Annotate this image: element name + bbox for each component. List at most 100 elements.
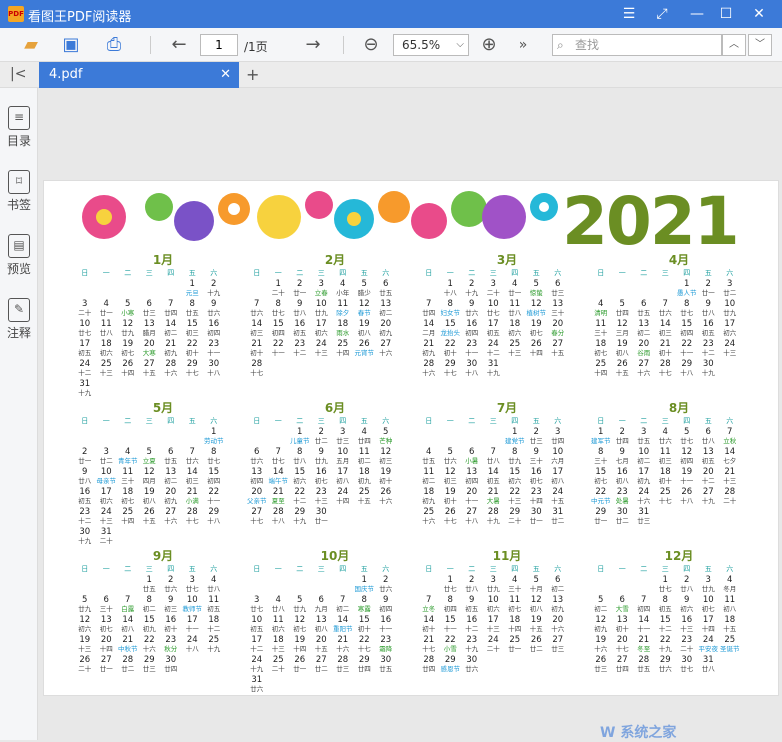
lunar-date: 寒露: [357, 605, 371, 613]
lunar-date: 青年节: [118, 457, 138, 465]
weekday-label: 三: [661, 417, 669, 425]
day-number: 18: [358, 467, 370, 477]
lunar-date: 廿二: [314, 437, 328, 445]
day-number: 15: [272, 319, 284, 329]
next-page-icon[interactable]: →: [300, 33, 326, 57]
lunar-date: 廿三: [336, 437, 350, 445]
lunar-date: 十九: [701, 497, 715, 505]
lunar-date: 十三: [78, 645, 92, 653]
print-icon[interactable]: ⎙: [101, 33, 127, 57]
day-number: 13: [638, 319, 650, 329]
divider: [343, 36, 344, 54]
weekday-label: 五: [532, 565, 540, 573]
zoom-select[interactable]: 65.5% ⌵: [393, 34, 469, 56]
day-number: 14: [122, 615, 134, 625]
month-1: 1月日一二三四五六 1 元旦 2 十九 3 二十 4 廿一 5 小寒 6 廿三 7 廿四 8 廿五 9 廿六 10 廿七…: [74, 251, 252, 411]
lunar-date: 十七: [357, 645, 371, 653]
day-number: 19: [530, 615, 542, 625]
fullscreen-icon[interactable]: ⤢: [651, 3, 673, 25]
weekday-label: 四: [511, 417, 519, 425]
zoom-in-icon[interactable]: ⊕: [476, 33, 502, 57]
day-number: 15: [444, 319, 456, 329]
menu-icon[interactable]: ☰: [618, 3, 640, 25]
weekday-label: 六: [554, 269, 562, 277]
lunar-date: 十四: [121, 517, 135, 525]
close-button[interactable]: ✕: [748, 3, 770, 25]
weekday-label: 五: [188, 565, 196, 573]
zoom-out-icon[interactable]: ⊖: [358, 33, 384, 57]
day-number: 9: [619, 447, 625, 457]
collapse-sidebar-icon[interactable]: |<: [10, 66, 26, 82]
sidebar-item-toc[interactable]: ≡ 目录: [3, 106, 35, 149]
weekday-label: 四: [167, 417, 175, 425]
search-placeholder: 查找: [575, 38, 600, 52]
sidebar: ≡ 目录 ⌑ 书签 ▤ 预览 ✎ 注释: [0, 88, 38, 740]
page-number-input[interactable]: [200, 34, 238, 56]
open-folder-icon[interactable]: ▰: [18, 33, 44, 57]
lunar-date: 清明: [594, 309, 608, 317]
lunar-date: 十七: [250, 369, 264, 377]
lunar-date: 除夕: [336, 309, 350, 317]
day-number: 28: [487, 507, 499, 517]
search-input[interactable]: ⌕ 查找: [552, 34, 722, 56]
lunar-date: 十七: [615, 645, 629, 653]
weekday-label: 日: [425, 417, 433, 425]
close-tab-icon[interactable]: ✕: [220, 62, 231, 88]
day-number: 3: [340, 427, 346, 437]
day-number: 21: [423, 635, 435, 645]
day-number: 28: [122, 655, 134, 665]
lunar-date: 廿五: [379, 665, 393, 673]
lunar-date: 初八: [357, 329, 371, 337]
prev-page-icon[interactable]: ←: [166, 33, 192, 57]
day-number: 26: [143, 507, 155, 517]
weekday-label: 三: [145, 417, 153, 425]
day-number: 24: [79, 359, 91, 369]
lunar-date: 芒种: [379, 437, 393, 445]
lunar-date: 十六: [594, 645, 608, 653]
lunar-date: 廿一: [314, 517, 328, 525]
lunar-date: 二十: [486, 289, 500, 297]
weekday-label: 四: [683, 565, 691, 573]
lunar-date: 十六: [164, 517, 178, 525]
weekday-label: 三: [145, 269, 153, 277]
maximize-button[interactable]: ☐: [715, 3, 737, 25]
minimize-button[interactable]: —: [686, 3, 708, 25]
lunar-date: 初六: [508, 477, 522, 485]
lunar-date: 初七: [508, 605, 522, 613]
sidebar-item-preview[interactable]: ▤ 预览: [3, 234, 35, 277]
sidebar-item-bookmark[interactable]: ⌑ 书签: [3, 170, 35, 213]
search-icon: ⌕: [557, 38, 564, 52]
day-number: 14: [487, 467, 499, 477]
lunar-date: 五月: [336, 457, 350, 465]
month-10: 10月日一二三四五六 1 国庆节 2 廿六 3 廿七 4 廿八 5 廿九 6 九月 7 初二 8 寒露 9 初四 10…: [246, 547, 424, 707]
search-next-button[interactable]: ﹀: [748, 34, 772, 56]
add-tab-icon[interactable]: +: [246, 65, 259, 84]
more-icon[interactable]: »: [510, 33, 536, 57]
month-title: 4月: [668, 253, 690, 267]
day-number: 19: [530, 319, 542, 329]
lunar-date: 廿八: [701, 437, 715, 445]
lunar-date: 初四: [207, 329, 221, 337]
lunar-date: 初九: [142, 625, 156, 633]
weekday-label: 五: [360, 417, 368, 425]
weekday-label: 一: [618, 269, 626, 277]
day-number: 23: [165, 635, 177, 645]
weekday-label: 三: [489, 565, 497, 573]
lunar-date: 初八: [551, 477, 565, 485]
day-number: 18: [724, 615, 736, 625]
day-number: 27: [616, 655, 628, 665]
save-icon[interactable]: ▣: [58, 33, 84, 57]
lunar-date: 初十: [379, 477, 393, 485]
day-number: 13: [466, 467, 478, 477]
day-number: 10: [100, 467, 112, 477]
day-number: 23: [616, 487, 628, 497]
day-number: 18: [423, 487, 435, 497]
lunar-date: 初八: [142, 497, 156, 505]
search-prev-button[interactable]: ︿: [722, 34, 746, 56]
lunar-date: 劳动节: [204, 437, 224, 445]
weekday-label: 四: [339, 417, 347, 425]
tab-document[interactable]: 4.pdf ✕: [39, 62, 239, 88]
day-number: 23: [466, 339, 478, 349]
day-number: 14: [638, 615, 650, 625]
sidebar-item-notes[interactable]: ✎ 注释: [3, 298, 35, 341]
